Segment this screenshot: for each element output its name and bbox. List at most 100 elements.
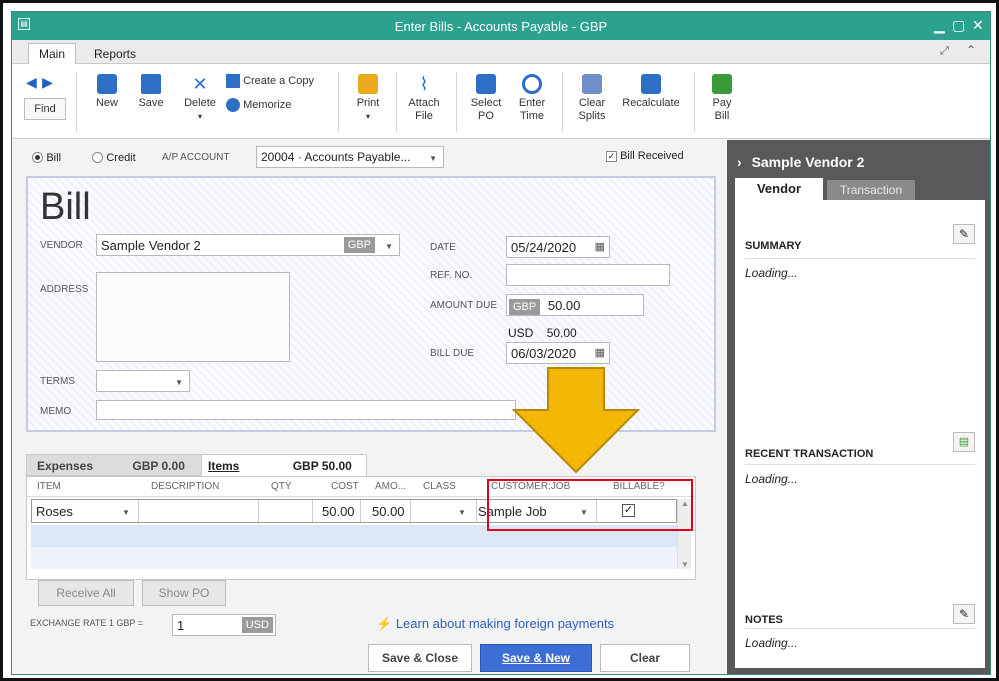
create-copy-label: Create a Copy	[243, 74, 314, 87]
bill-radio[interactable]: Bill	[32, 150, 61, 164]
column-header[interactable]: ITEM	[37, 481, 61, 492]
side-tab-vendor[interactable]: Vendor	[735, 178, 823, 200]
column-header[interactable]: QTY	[271, 481, 292, 492]
delete-dropdown-icon[interactable]: ▾	[182, 110, 218, 123]
detail-tabs: Expenses GBP 0.00 Items GBP 50.00	[26, 454, 367, 476]
bill-due-field[interactable]: 06/03/2020 ▦	[506, 342, 610, 364]
checkmark-icon: ✓	[606, 150, 617, 162]
window-title: Enter Bills - Accounts Payable - GBP	[394, 19, 608, 34]
create-copy-button[interactable]: Create a Copy	[226, 74, 326, 88]
tab-expenses[interactable]: Expenses GBP 0.00	[37, 459, 185, 473]
column-header[interactable]: COST	[331, 481, 359, 492]
scroll-down-icon[interactable]: ▼	[681, 560, 689, 569]
edit-summary-pencil-icon[interactable]: ✎	[953, 224, 975, 244]
tab-main[interactable]: Main	[28, 43, 77, 64]
print-dropdown-icon[interactable]: ▾	[350, 110, 386, 123]
chevron-down-icon[interactable]: ▼	[385, 242, 393, 251]
bill-due-label: BILL DUE	[430, 348, 475, 359]
memorize-icon	[226, 98, 240, 112]
memo-field[interactable]	[96, 400, 516, 420]
memorize-button[interactable]: Memorize	[226, 98, 326, 112]
bill-due-value: 06/03/2020	[511, 346, 577, 361]
column-header[interactable]: AMO...	[375, 481, 406, 492]
memorize-label: Memorize	[243, 98, 292, 111]
items-grid: ITEM DESCRIPTION QTY COST AMO... CLASS C…	[26, 476, 696, 580]
annotation-arrow-icon	[511, 367, 641, 474]
save-new-button[interactable]: Save & New	[480, 644, 592, 672]
date-field[interactable]: 05/24/2020 ▦	[506, 236, 610, 258]
item-cell[interactable]: Roses	[36, 504, 73, 519]
lightning-icon: ⚡	[376, 616, 393, 631]
chevron-down-icon[interactable]: ▼	[122, 508, 130, 517]
bill-radio-label: Bill	[46, 152, 62, 164]
maximize-icon[interactable]: ▢	[952, 17, 965, 34]
clear-button[interactable]: Clear	[600, 644, 690, 672]
ribbon-separator	[694, 72, 695, 132]
notes-loading: Loading...	[745, 636, 798, 650]
recalculate-button[interactable]: Recalculate	[618, 74, 684, 110]
chevron-down-icon[interactable]: ▼	[458, 508, 466, 517]
clear-splits-button[interactable]: Clear Splits	[572, 74, 612, 123]
next-arrow-icon[interactable]: ▶	[42, 74, 53, 90]
memo-label: MEMO	[40, 406, 72, 417]
form-heading: Bill	[40, 186, 91, 228]
select-label: Select	[470, 97, 502, 109]
amount-due-label: AMOUNT DUE	[430, 300, 498, 311]
show-po-button[interactable]: Show PO	[142, 580, 226, 606]
splits-label: Splits	[578, 110, 606, 122]
side-vendor-header[interactable]: › Sample Vendor 2	[737, 154, 864, 170]
expenses-amount: GBP 0.00	[132, 459, 185, 473]
ribbon-separator	[338, 72, 339, 132]
enter-label: Enter	[518, 97, 546, 109]
clear-label: Clear	[578, 97, 606, 109]
print-button[interactable]: Print ▾	[350, 74, 386, 123]
exchange-rate-field[interactable]: 1 USD	[172, 614, 276, 636]
column-header[interactable]: DESCRIPTION	[151, 481, 219, 492]
collapse-ribbon-icon[interactable]: ⌃	[966, 43, 976, 57]
enter-time-button[interactable]: Enter Time	[512, 74, 552, 123]
calendar-icon[interactable]: ▦	[595, 240, 605, 253]
time-label: Time	[519, 110, 545, 122]
bill-received-checkbox[interactable]: ✓ Bill Received	[606, 150, 684, 162]
side-tab-transaction[interactable]: Transaction	[827, 180, 915, 200]
amount-due-field[interactable]: GBP 50.00	[506, 294, 644, 316]
vendor-field[interactable]: Sample Vendor 2 GBP ▼	[96, 234, 400, 256]
expenses-label: Expenses	[37, 459, 94, 473]
save-button[interactable]: Save	[136, 74, 166, 110]
attach-file-button[interactable]: ⌇ Attach File	[404, 74, 444, 123]
expand-icon[interactable]: ⤢	[940, 45, 949, 58]
new-button[interactable]: New	[92, 74, 122, 110]
quick-report-icon[interactable]: ▤	[953, 432, 975, 452]
print-label: Print	[356, 97, 380, 109]
credit-radio[interactable]: Credit	[92, 150, 136, 164]
save-close-button[interactable]: Save & Close	[368, 644, 472, 672]
table-row[interactable]	[31, 547, 677, 569]
clear-splits-icon	[582, 74, 602, 94]
tab-reports[interactable]: Reports	[84, 44, 146, 64]
address-field[interactable]	[96, 272, 290, 362]
column-header[interactable]: CLASS	[423, 481, 456, 492]
receive-all-button[interactable]: Receive All	[38, 580, 134, 606]
calendar-icon[interactable]: ▦	[595, 346, 605, 359]
pay-bill-button[interactable]: Pay Bill	[704, 74, 740, 123]
chevron-down-icon: ▼	[429, 154, 437, 163]
close-icon[interactable]: ✕	[972, 17, 984, 34]
chevron-right-icon[interactable]: ›	[737, 154, 742, 170]
ref-no-field[interactable]	[506, 264, 670, 286]
terms-select[interactable]: ▼	[96, 370, 190, 392]
tab-items[interactable]: Items GBP 50.00	[201, 454, 367, 476]
amount-cell[interactable]: 50.00	[372, 504, 405, 519]
ribbon-separator	[76, 72, 77, 132]
previous-arrow-icon[interactable]: ◀	[26, 74, 37, 90]
edit-notes-pencil-icon[interactable]: ✎	[953, 604, 975, 624]
minimize-icon[interactable]: ▁	[934, 17, 945, 34]
learn-foreign-payments-link[interactable]: ⚡ Learn about making foreign payments	[376, 616, 614, 632]
select-po-button[interactable]: Select PO	[466, 74, 506, 123]
ap-account-select[interactable]: 20004 · Accounts Payable... ▼	[256, 146, 444, 168]
attach-label: Attach	[408, 97, 440, 109]
usd-label: USD	[508, 326, 534, 340]
find-button[interactable]: Find	[24, 98, 66, 120]
delete-button[interactable]: ✕ Delete ▾	[182, 74, 218, 123]
cost-cell[interactable]: 50.00	[322, 504, 355, 519]
ribbon-separator	[456, 72, 457, 132]
